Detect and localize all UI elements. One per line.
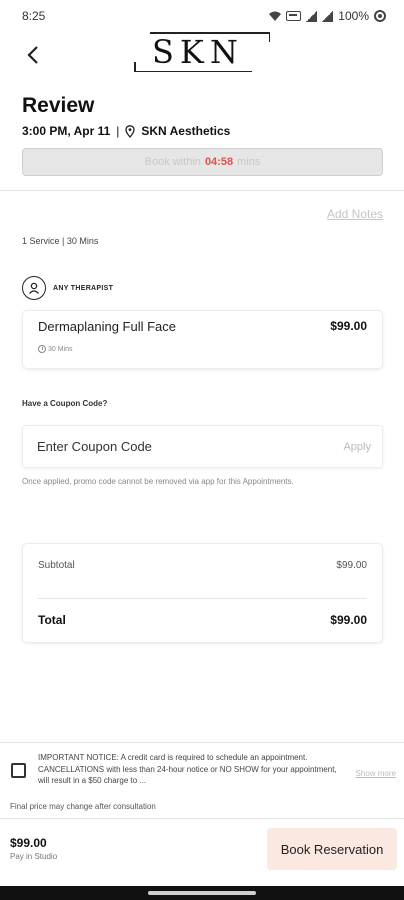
user-icon — [22, 276, 46, 300]
home-handle[interactable] — [148, 891, 256, 895]
back-button[interactable] — [18, 40, 48, 70]
signal-icon-2 — [322, 10, 334, 22]
service-name: Dermaplaning Full Face — [38, 319, 177, 334]
totals-divider — [38, 598, 367, 599]
subtotal-label: Subtotal — [38, 560, 75, 571]
section-divider — [0, 190, 404, 191]
status-bar: 8:25 100% — [0, 0, 404, 32]
therapist-selector[interactable]: ANY THERAPIST — [22, 276, 113, 300]
therapist-label: ANY THERAPIST — [53, 284, 114, 292]
timer-prefix: Book within — [144, 156, 201, 168]
notice-checkbox[interactable] — [11, 763, 26, 778]
location-name: SKN Aesthetics — [141, 124, 231, 138]
status-time: 8:25 — [22, 9, 46, 23]
apply-coupon-button[interactable]: Apply — [343, 441, 371, 453]
coupon-note: Once applied, promo code cannot be remov… — [22, 477, 294, 486]
status-icons: 100% — [269, 9, 386, 23]
chevron-left-icon — [27, 46, 38, 64]
subtotal-value: $99.00 — [336, 560, 367, 571]
battery-percent: 100% — [338, 9, 369, 23]
pay-in-studio: Pay in Studio — [10, 852, 58, 861]
coupon-input[interactable] — [37, 439, 297, 454]
brand-logo: SKN — [134, 32, 272, 74]
service-duration-text: 30 Mins — [48, 345, 73, 353]
total-label: Total — [38, 613, 66, 627]
booking-timer: Book within 04:58 mins — [22, 148, 383, 176]
location-pin-icon — [125, 124, 136, 138]
timer-countdown: 04:58 — [204, 156, 234, 168]
meta-separator: | — [116, 124, 120, 138]
add-notes-link[interactable]: Add Notes — [327, 207, 383, 221]
timer-suffix: mins — [237, 156, 261, 168]
final-price-note: Final price may change after consultatio… — [10, 802, 156, 811]
clock-icon — [38, 345, 46, 353]
signal-icon — [306, 10, 318, 22]
wifi-icon — [269, 11, 282, 21]
logo-text: SKN — [152, 33, 244, 71]
service-price: $99.00 — [330, 319, 367, 333]
sim-card-icon — [286, 11, 302, 21]
total-value: $99.00 — [330, 613, 367, 627]
notice-divider — [0, 742, 404, 743]
page-title: Review — [22, 94, 95, 117]
book-reservation-button[interactable]: Book Reservation — [267, 828, 397, 870]
service-duration: 30 Mins — [38, 345, 73, 353]
appointment-datetime: 3:00 PM, Apr 11 — [22, 124, 111, 138]
important-notice: IMPORTANT NOTICE: A credit card is requi… — [38, 753, 337, 785]
totals-card: Subtotal $99.00 Total $99.00 — [22, 543, 383, 643]
coupon-question: Have a Coupon Code? — [22, 399, 108, 408]
footer-divider — [0, 818, 404, 819]
appointment-meta: 3:00 PM, Apr 11 | SKN Aesthetics — [22, 124, 230, 138]
coupon-field: Apply — [22, 425, 383, 468]
battery-icon — [374, 10, 386, 22]
show-more-link[interactable]: Show more — [356, 769, 396, 778]
footer-price: $99.00 — [10, 836, 47, 850]
service-card: Dermaplaning Full Face $99.00 30 Mins — [22, 310, 383, 369]
service-count: 1 Service | 30 Mins — [22, 236, 99, 246]
